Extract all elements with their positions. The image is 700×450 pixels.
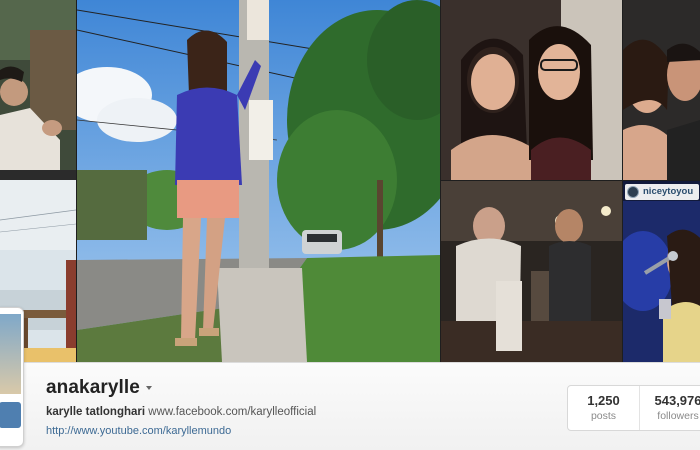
chevron-down-icon[interactable]: [146, 386, 152, 390]
followers-count: 543,976: [654, 393, 700, 408]
photo-tile-singer[interactable]: niceytoyou: [623, 181, 700, 362]
stat-followers[interactable]: 543,976 followers: [640, 386, 700, 430]
photo-tile-selfie-women[interactable]: [441, 0, 622, 180]
profile-full-name: karylle tatlonghari: [46, 406, 146, 418]
photo-tile-selfie-couple[interactable]: [623, 0, 700, 180]
profile-stats: 1,250 posts 543,976 followers: [567, 385, 700, 431]
overlay-username-badge[interactable]: niceytoyou: [625, 184, 700, 200]
photo-tile-man-seated[interactable]: [0, 0, 76, 180]
avatar-image: [0, 314, 21, 394]
posts-label: posts: [590, 410, 617, 422]
photo-tile-restaurant[interactable]: [441, 181, 622, 362]
photo-grid: niceytoyou: [0, 0, 700, 362]
overlay-username: niceytoyou: [643, 186, 694, 197]
profile-bio: karylle tatlonghari www.facebook.com/kar…: [46, 406, 316, 418]
profile-website-link[interactable]: http://www.youtube.com/karyllemundo: [46, 425, 231, 437]
profile-bio-link: www.facebook.com/karylleofficial: [148, 406, 317, 418]
overlay-avatar: [627, 186, 639, 198]
posts-count: 1,250: [587, 393, 620, 408]
photo-tile-feature-woman[interactable]: [77, 0, 440, 362]
profile-bar: anakarylle karylle tatlonghari www.faceb…: [0, 307, 700, 450]
avatar-edit-button[interactable]: [0, 402, 21, 428]
profile-username[interactable]: anakarylle: [46, 377, 140, 399]
followers-label: followers: [657, 410, 699, 422]
profile-avatar[interactable]: [0, 307, 24, 447]
stat-posts[interactable]: 1,250 posts: [568, 386, 640, 430]
